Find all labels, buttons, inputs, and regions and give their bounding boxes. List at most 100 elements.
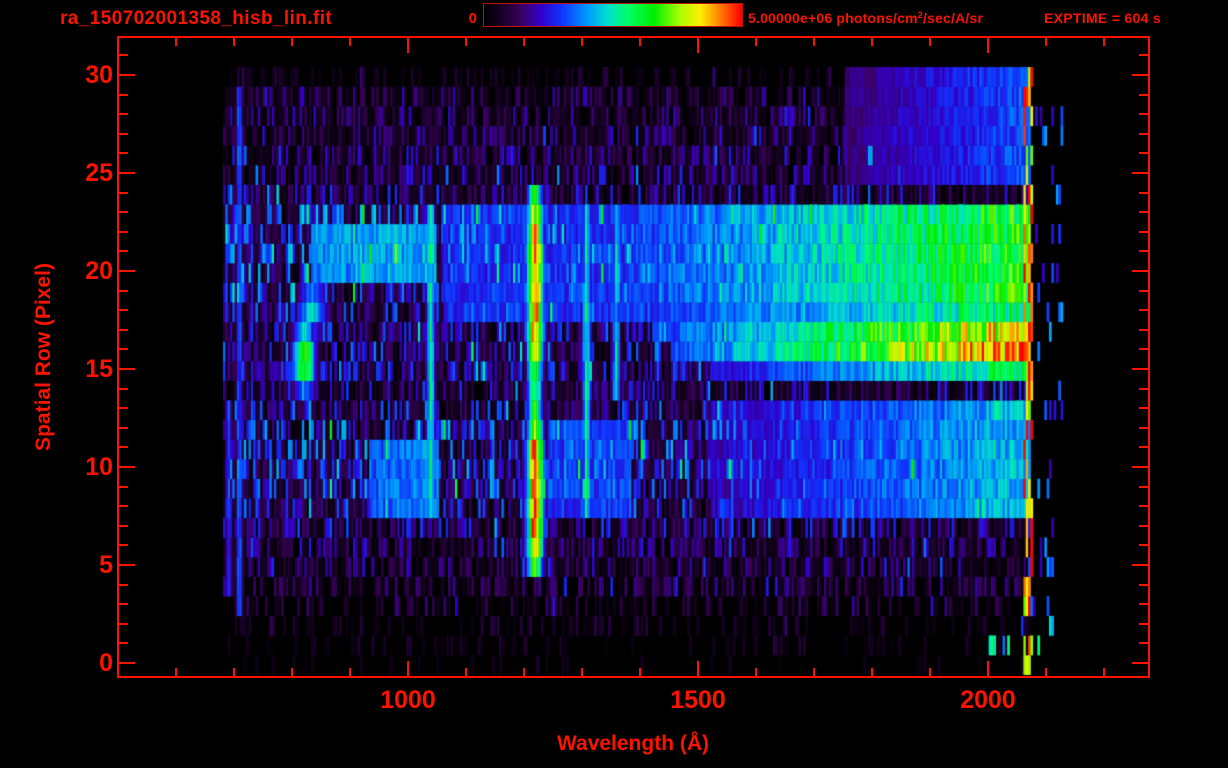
colorbar-min-label: 0 bbox=[468, 10, 477, 27]
axis-tick bbox=[1103, 38, 1105, 46]
axis-tick bbox=[1139, 446, 1148, 448]
axis-tick bbox=[407, 661, 409, 676]
x-tick-label: 1000 bbox=[380, 686, 436, 714]
axis-tick bbox=[119, 133, 128, 135]
x-tick-label: 2000 bbox=[960, 686, 1016, 714]
axis-tick bbox=[1045, 38, 1047, 46]
axis-tick bbox=[119, 427, 128, 429]
axis-tick bbox=[349, 38, 351, 46]
axis-tick bbox=[1139, 250, 1148, 252]
axis-tick bbox=[119, 407, 128, 409]
axis-tick bbox=[1139, 192, 1148, 194]
axis-tick bbox=[1103, 668, 1105, 676]
axis-tick bbox=[119, 113, 128, 115]
colorbar bbox=[483, 3, 743, 27]
axis-tick bbox=[1139, 623, 1148, 625]
axis-tick bbox=[871, 38, 873, 46]
axis-tick bbox=[1139, 113, 1148, 115]
axis-tick bbox=[1132, 662, 1148, 664]
exptime-label: EXPTIME = 604 s bbox=[1044, 10, 1161, 26]
axis-tick bbox=[1139, 427, 1148, 429]
axis-tick bbox=[987, 38, 989, 53]
colorbar-gradient bbox=[484, 4, 742, 26]
axis-tick bbox=[119, 309, 128, 311]
axis-tick bbox=[1132, 172, 1148, 174]
axis-tick bbox=[407, 38, 409, 53]
axis-tick bbox=[119, 623, 128, 625]
y-tick-label: 10 bbox=[85, 453, 113, 481]
axis-tick bbox=[1132, 74, 1148, 76]
colorbar-units-suffix: /sec/A/sr bbox=[922, 10, 984, 26]
axis-tick bbox=[1139, 407, 1148, 409]
axis-tick bbox=[581, 38, 583, 46]
axis-tick bbox=[755, 668, 757, 676]
axis-tick bbox=[1132, 368, 1148, 370]
plot-frame bbox=[117, 36, 1150, 678]
axis-tick bbox=[1045, 668, 1047, 676]
axis-tick bbox=[871, 668, 873, 676]
axis-tick bbox=[813, 38, 815, 46]
axis-tick bbox=[119, 505, 128, 507]
x-tick-label: 1500 bbox=[670, 686, 726, 714]
axis-tick bbox=[1139, 94, 1148, 96]
fits-filename-title: ra_150702001358_hisb_lin.fit bbox=[60, 8, 333, 29]
axis-tick bbox=[119, 348, 128, 350]
axis-tick bbox=[1139, 388, 1148, 390]
axis-tick bbox=[697, 38, 699, 53]
axis-tick bbox=[523, 668, 525, 676]
axis-tick bbox=[119, 466, 135, 468]
axis-tick bbox=[1139, 603, 1148, 605]
axis-tick bbox=[291, 668, 293, 676]
axis-tick bbox=[639, 38, 641, 46]
axis-tick bbox=[291, 38, 293, 46]
axis-tick bbox=[1139, 348, 1148, 350]
y-tick-label: 20 bbox=[85, 257, 113, 285]
axis-tick bbox=[119, 192, 128, 194]
axis-tick bbox=[1139, 642, 1148, 644]
axis-tick bbox=[1139, 309, 1148, 311]
axis-tick bbox=[813, 668, 815, 676]
axis-tick bbox=[929, 668, 931, 676]
y-tick-label: 30 bbox=[85, 61, 113, 89]
axis-tick bbox=[581, 668, 583, 676]
axis-tick bbox=[1132, 466, 1148, 468]
axis-tick bbox=[465, 668, 467, 676]
axis-tick bbox=[119, 486, 128, 488]
axis-tick bbox=[987, 661, 989, 676]
axis-tick bbox=[697, 661, 699, 676]
axis-tick bbox=[119, 74, 135, 76]
axis-tick bbox=[119, 94, 128, 96]
axis-tick bbox=[119, 544, 128, 546]
axis-tick bbox=[119, 329, 128, 331]
axis-tick bbox=[119, 172, 135, 174]
y-tick-label: 5 bbox=[99, 551, 113, 579]
axis-tick bbox=[1139, 290, 1148, 292]
y-tick-label: 15 bbox=[85, 355, 113, 383]
axis-tick bbox=[1139, 54, 1148, 56]
axis-tick bbox=[1139, 211, 1148, 213]
axis-tick bbox=[119, 152, 128, 154]
colorbar-max-value: 5.00000e+06 photons/cm bbox=[748, 10, 918, 26]
axis-tick bbox=[1139, 133, 1148, 135]
axis-tick bbox=[233, 38, 235, 46]
axis-tick bbox=[119, 446, 128, 448]
axis-tick bbox=[119, 368, 135, 370]
axis-tick bbox=[119, 270, 135, 272]
axis-tick bbox=[1139, 525, 1148, 527]
axis-tick bbox=[1132, 270, 1148, 272]
axis-tick bbox=[119, 290, 128, 292]
axis-tick bbox=[119, 603, 128, 605]
colorbar-max-label: 5.00000e+06 photons/cm2/sec/A/sr bbox=[748, 10, 983, 26]
axis-tick bbox=[1139, 329, 1148, 331]
axis-tick bbox=[233, 668, 235, 676]
axis-tick bbox=[1139, 152, 1148, 154]
axis-tick bbox=[523, 38, 525, 46]
axis-tick bbox=[755, 38, 757, 46]
axis-tick bbox=[1139, 544, 1148, 546]
axis-tick bbox=[175, 38, 177, 46]
axis-tick bbox=[1139, 505, 1148, 507]
axis-tick bbox=[119, 525, 128, 527]
axis-tick bbox=[119, 388, 128, 390]
axis-tick bbox=[1132, 564, 1148, 566]
axis-tick bbox=[1139, 584, 1148, 586]
